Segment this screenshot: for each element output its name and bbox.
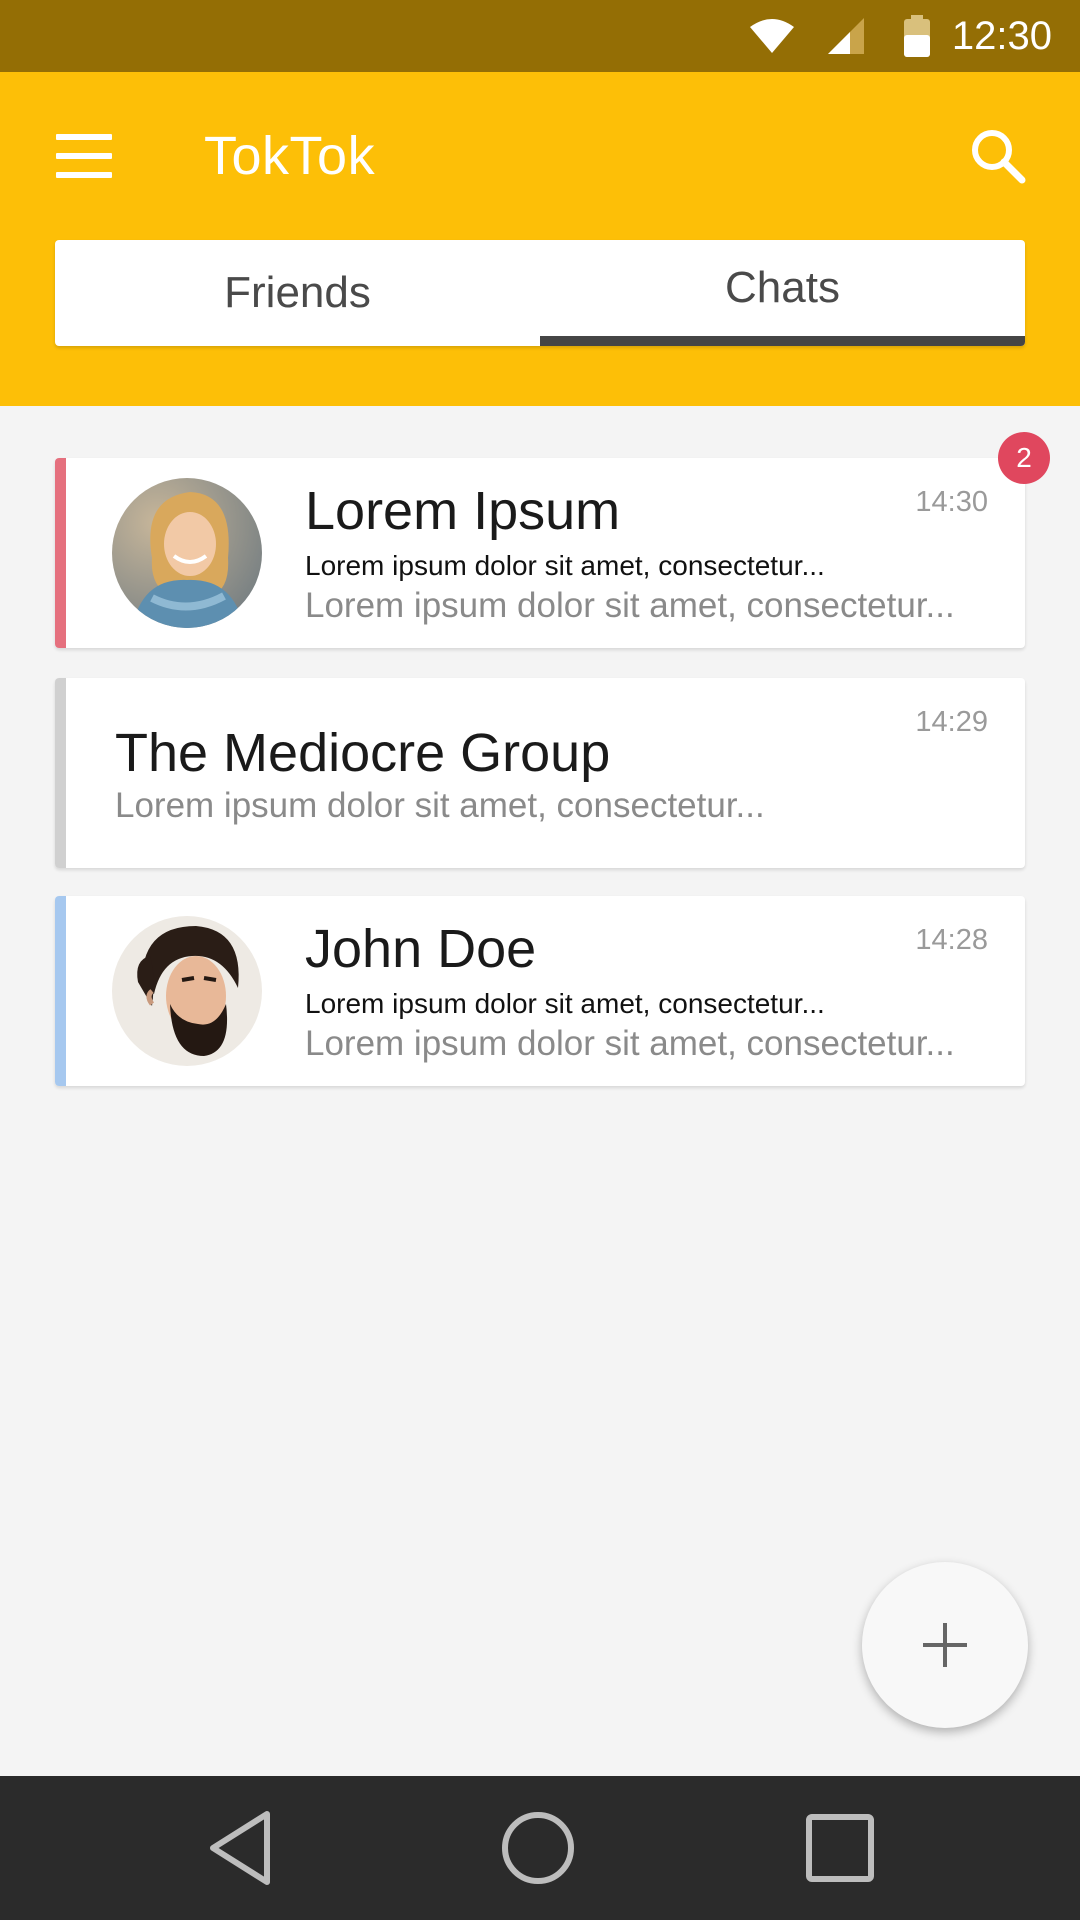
wifi-icon [750,0,794,72]
chat-timestamp: 14:30 [915,486,988,518]
tab-chats-label: Chats [725,263,840,312]
app-title: TokTok [204,126,376,186]
chat-preview-secondary: Lorem ipsum dolor sit amet, consectetur.… [305,1024,955,1063]
chat-item-john-doe[interactable]: John Doe Lorem ipsum dolor sit amet, con… [55,896,1025,1086]
back-icon[interactable] [180,1776,300,1920]
home-icon[interactable] [478,1776,598,1920]
chat-timestamp: 14:28 [915,924,988,956]
recents-icon[interactable] [780,1776,900,1920]
app-screen: 12:30 TokTok Friends Chats Lorem Ipsum L… [0,0,1080,1920]
app-bar: TokTok Friends Chats [0,72,1080,406]
chat-accent-bar [55,458,66,648]
battery-icon [904,0,930,72]
chat-preview-primary: Lorem ipsum dolor sit amet, consectetur.… [305,988,825,1019]
chat-name: The Mediocre Group [115,723,611,783]
chat-preview-primary: Lorem ipsum dolor sit amet, consectetur.… [305,550,825,581]
bearded-man-avatar [112,916,262,1066]
tab-selected-indicator [540,336,1025,346]
chat-name: Lorem Ipsum [305,481,621,541]
tab-bar: Friends Chats [55,240,1025,346]
system-nav-bar [0,1776,1080,1920]
unread-count-badge: 2 [998,432,1050,484]
status-bar: 12:30 [0,0,1080,72]
chat-timestamp: 14:29 [915,706,988,738]
chat-item-the-mediocre-group[interactable]: The Mediocre Group Lorem ipsum dolor sit… [55,678,1025,868]
plus-icon [923,1623,967,1667]
tab-chats[interactable]: Chats [540,240,1025,346]
search-icon[interactable] [968,126,1028,186]
woman-avatar [112,478,262,628]
chat-preview-secondary: Lorem ipsum dolor sit amet, consectetur.… [115,786,765,825]
chat-name: John Doe [305,919,537,979]
chat-preview-secondary: Lorem ipsum dolor sit amet, consectetur.… [305,586,955,625]
new-chat-fab[interactable] [862,1562,1028,1728]
tab-friends-label: Friends [224,268,371,317]
status-time: 12:30 [951,14,1052,58]
hamburger-menu-icon[interactable] [56,134,112,178]
chat-accent-bar [55,896,66,1086]
chat-accent-bar [55,678,66,868]
chat-item-lorem-ipsum[interactable]: Lorem Ipsum Lorem ipsum dolor sit amet, … [55,458,1025,648]
tab-friends[interactable]: Friends [55,240,540,346]
cell-signal-icon [828,0,868,72]
